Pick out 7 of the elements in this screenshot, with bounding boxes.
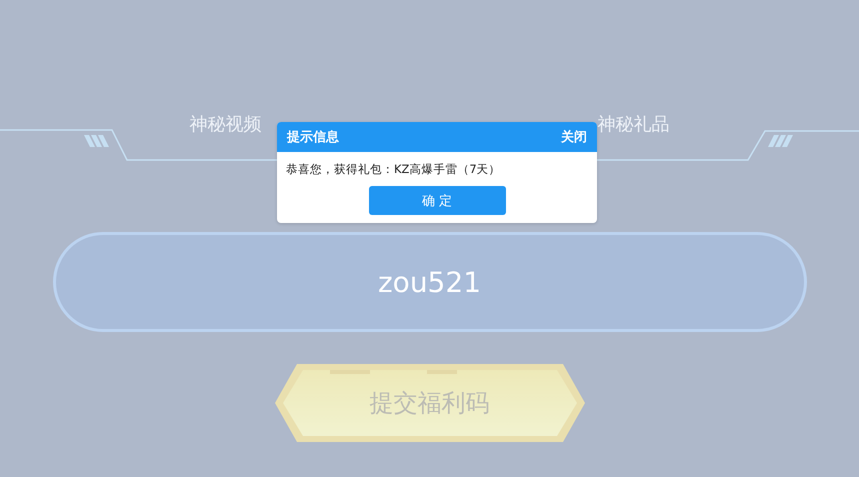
code-input-field[interactable]: zou521 [52, 232, 806, 332]
confirm-button[interactable]: 确 定 [368, 186, 506, 215]
close-button[interactable]: 关闭 [561, 128, 587, 146]
subtitle-text: 神秘礼品 [598, 113, 670, 137]
subtitle-text: 神秘视频 [190, 113, 262, 137]
dialog-title: 提示信息 [287, 129, 339, 146]
dialog-message: 恭喜您，获得礼包：KZ高爆手雷（7天） [285, 161, 502, 177]
